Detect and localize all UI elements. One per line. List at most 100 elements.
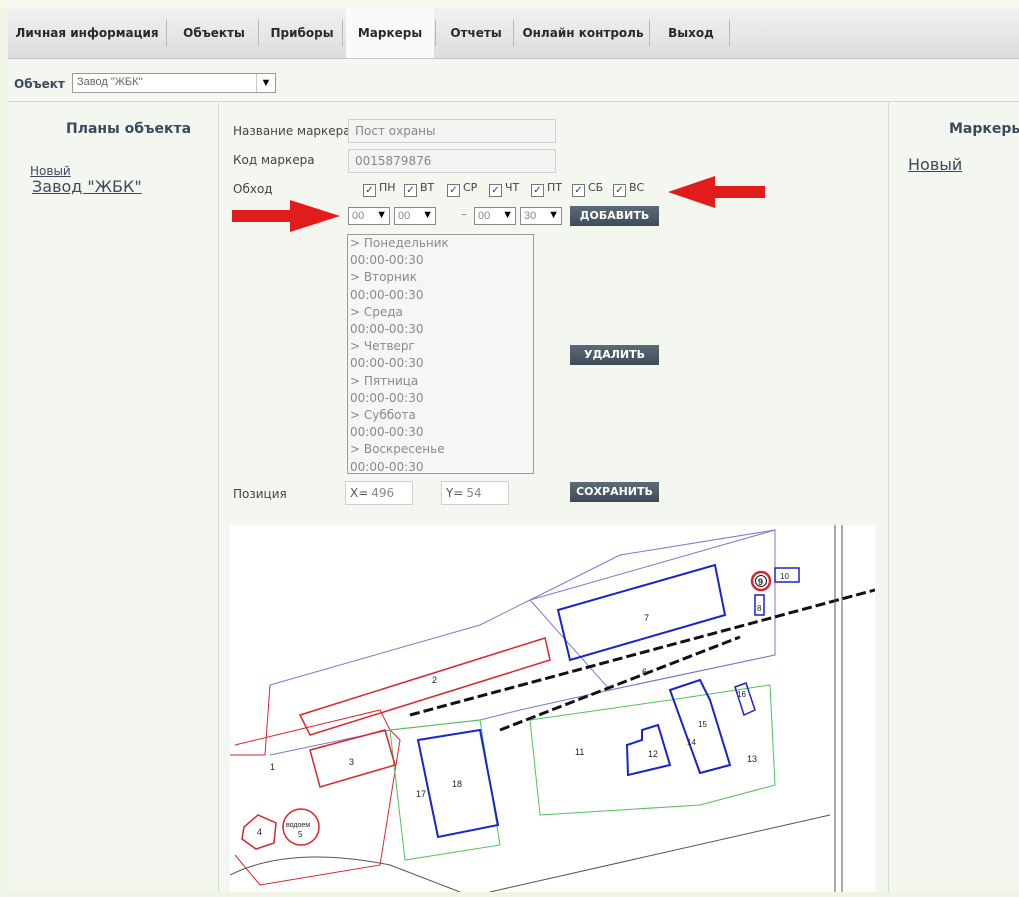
position-x-field[interactable]: X= 496	[345, 481, 413, 505]
new-marker-link[interactable]: Новый	[908, 155, 962, 174]
list-item[interactable]: > Суббота	[348, 407, 533, 424]
marker-code-label: Код маркера	[233, 153, 315, 167]
marker-code-field[interactable]: 0015879876	[348, 149, 556, 173]
select-value: 00	[398, 210, 411, 222]
map-label: 10	[780, 572, 789, 581]
object-select[interactable]: Завод "ЖБК" ▼	[72, 73, 276, 93]
railway-branch	[499, 635, 741, 732]
list-item[interactable]: > Вторник	[348, 269, 533, 286]
map-label: 12	[648, 749, 658, 759]
day-checkbox-sat[interactable]: ✓ СБ	[572, 181, 603, 197]
markers-panel: Маркеры Новый	[888, 102, 1019, 892]
list-item[interactable]: > Воскресенье	[348, 441, 533, 458]
plan-link-zavod[interactable]: Завод "ЖБК"	[32, 177, 142, 196]
list-item[interactable]: 00:00-00:30	[348, 287, 533, 304]
map-label: 3	[349, 757, 354, 767]
nav-personal-info[interactable]: Личная информация	[8, 8, 166, 58]
nav-online-control[interactable]: Онлайн контроль	[517, 8, 649, 58]
map-label: 13	[747, 754, 757, 764]
list-item[interactable]: > Пятница	[348, 373, 533, 390]
list-item[interactable]: > Среда	[348, 304, 533, 321]
day-checkbox-mon[interactable]: ✓ ПН	[363, 181, 396, 197]
day-checkbox-sun[interactable]: ✓ ВС	[613, 181, 645, 197]
map-label: 1	[270, 762, 275, 772]
checkbox-icon[interactable]: ✓	[572, 184, 585, 197]
object-bar: Объект Завод "ЖБК" ▼	[8, 59, 1019, 102]
add-button[interactable]: ДОБАВИТЬ	[570, 206, 659, 226]
list-item[interactable]: 00:00-00:30	[348, 355, 533, 372]
day-checkbox-fri[interactable]: ✓ ПТ	[531, 181, 562, 197]
map-label: 17	[416, 789, 426, 799]
marker-name-field[interactable]: Пост охраны	[348, 119, 556, 143]
new-plan-link[interactable]: Новый	[30, 164, 71, 178]
day-checkbox-wed[interactable]: ✓ СР	[447, 181, 477, 197]
map-label: 4	[257, 827, 262, 837]
nav-separator	[649, 20, 650, 46]
time-from-hour-select[interactable]: 00 ▼	[348, 207, 390, 225]
checkbox-icon[interactable]: ✓	[404, 184, 417, 197]
time-to-minute-select[interactable]: 30 ▼	[520, 207, 562, 225]
day-label: ПТ	[547, 181, 562, 194]
nav-separator	[513, 20, 514, 46]
round-label: Обход	[233, 182, 273, 196]
map-label: 11	[575, 747, 584, 757]
save-button[interactable]: СОХРАНИТЬ	[570, 482, 659, 502]
nav-exit[interactable]: Выход	[653, 8, 729, 58]
day-label: ЧТ	[505, 181, 520, 194]
map-label: 7	[644, 613, 649, 623]
list-item[interactable]: 00:00-00:30	[348, 459, 533, 473]
object-select-value: Завод "ЖБК"	[77, 76, 143, 88]
list-item[interactable]: 00:00-00:30	[348, 424, 533, 441]
checkbox-icon[interactable]: ✓	[531, 184, 544, 197]
day-checkbox-thu[interactable]: ✓ ЧТ	[489, 181, 520, 197]
markers-title: Маркеры	[949, 121, 1019, 137]
day-checkbox-tue[interactable]: ✓ ВТ	[404, 181, 435, 197]
plans-title: Планы объекта	[66, 121, 192, 137]
delete-button[interactable]: УДАЛИТЬ	[570, 345, 659, 365]
nav-reports[interactable]: Отчеты	[439, 8, 513, 58]
object-plan-map[interactable]: 1 2 3 4 водоем 5 6 7 8 9 10 11 12 13 14 …	[229, 525, 876, 893]
marker-name-label: Название маркера	[233, 124, 351, 138]
nav-separator	[342, 20, 343, 46]
schedule-list[interactable]: > Понедельник 00:00-00:30 > Вторник 00:0…	[347, 234, 534, 474]
nav-separator	[435, 20, 436, 46]
chevron-down-icon: ▼	[422, 209, 433, 221]
chevron-down-icon: ▼	[376, 209, 387, 221]
map-label: 5	[298, 830, 303, 839]
nav-separator	[166, 20, 167, 46]
checkbox-icon[interactable]: ✓	[363, 184, 376, 197]
plan-drawing[interactable]: 1 2 3 4 водоем 5 6 7 8 9 10 11 12 13 14 …	[229, 525, 876, 893]
list-item[interactable]: 00:00-00:30	[348, 321, 533, 338]
list-item[interactable]: > Четверг	[348, 338, 533, 355]
chevron-down-icon[interactable]: ▼	[256, 74, 275, 92]
top-strip	[0, 0, 1019, 8]
position-y-field[interactable]: Y= 54	[441, 481, 509, 505]
checkbox-icon[interactable]: ✓	[447, 184, 460, 197]
map-label: 2	[432, 675, 437, 685]
railway-main	[409, 588, 876, 717]
list-item[interactable]: > Понедельник	[348, 235, 533, 252]
map-label: 16	[737, 690, 746, 699]
x-label: X=	[350, 486, 369, 500]
day-label: ВТ	[420, 181, 435, 194]
select-value: 30	[524, 210, 537, 222]
nav-objects[interactable]: Объекты	[170, 8, 258, 58]
chevron-down-icon: ▼	[548, 209, 559, 221]
nav-devices[interactable]: Приборы	[262, 8, 342, 58]
nav-markers[interactable]: Маркеры	[346, 8, 434, 58]
map-label: 15	[698, 720, 707, 729]
day-label: ВС	[629, 181, 645, 194]
time-from-minute-select[interactable]: 00 ▼	[394, 207, 436, 225]
building-7	[556, 563, 727, 662]
map-label: 14	[687, 738, 696, 747]
time-to-hour-select[interactable]: 00 ▼	[474, 207, 516, 225]
checkbox-icon[interactable]: ✓	[613, 184, 626, 197]
map-label: 9	[758, 577, 763, 587]
zone-17-area	[389, 719, 501, 861]
zone-7-area	[529, 529, 776, 691]
plans-panel: Планы объекта Новый Завод "ЖБК"	[8, 102, 219, 892]
select-value: 00	[352, 210, 365, 222]
checkbox-icon[interactable]: ✓	[489, 184, 502, 197]
list-item[interactable]: 00:00-00:30	[348, 390, 533, 407]
list-item[interactable]: 00:00-00:30	[348, 252, 533, 269]
